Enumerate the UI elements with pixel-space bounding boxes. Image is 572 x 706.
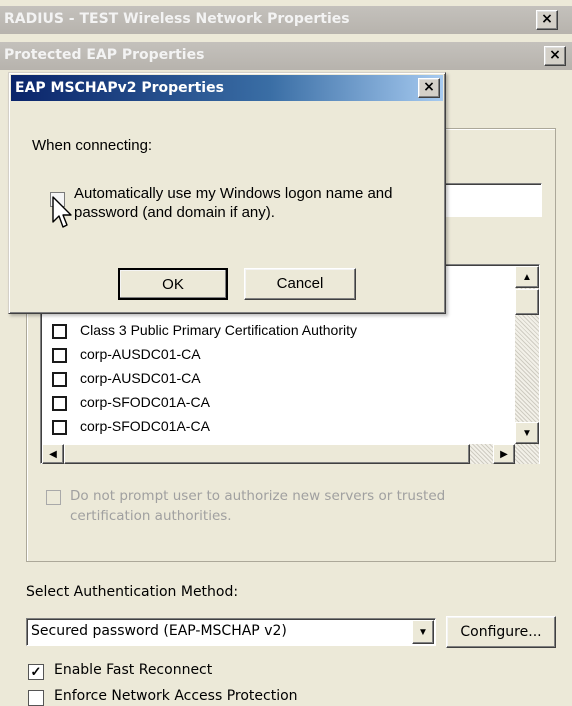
trusted-ca-item[interactable]: corp-AUSDC01-CA <box>52 346 492 366</box>
mouse-pointer-icon <box>52 196 72 228</box>
close-icon: × <box>423 79 435 95</box>
scrollbar-corner <box>515 444 539 464</box>
auth-method-value: Secured password (EAP-MSCHAP v2) <box>31 623 287 639</box>
scroll-thumb[interactable] <box>515 289 539 315</box>
peap-window-title: Protected EAP Properties <box>4 47 205 63</box>
trusted-ca-item-checkbox[interactable] <box>52 348 67 363</box>
trusted-ca-item-label: corp-AUSDC01-CA <box>80 370 201 386</box>
mschap-dialog-title: EAP MSCHAPv2 Properties <box>15 80 224 96</box>
fast-reconnect-label: Enable Fast Reconnect <box>54 662 213 678</box>
horizontal-scroll-thumb[interactable] <box>64 444 470 464</box>
do-not-prompt-line2: certification authorities. <box>70 508 232 524</box>
peap-window-titlebar: Protected EAP Properties <box>0 42 572 70</box>
ok-button[interactable]: OK <box>118 268 228 300</box>
trusted-ca-item-checkbox[interactable] <box>52 420 67 435</box>
outer-window-close-button[interactable]: × <box>536 10 558 30</box>
trusted-ca-item-label: corp-SFODC01A-CA <box>80 394 210 410</box>
ok-button-label: OK <box>162 276 184 293</box>
peap-window-close-button[interactable]: × <box>544 46 566 66</box>
auto-logon-label: Automatically use my Windows logon name … <box>74 184 393 222</box>
nap-label: Enforce Network Access Protection <box>54 688 298 704</box>
chevron-down-icon: ▼ <box>418 627 428 638</box>
select-auth-method-label: Select Authentication Method: <box>26 584 239 600</box>
trusted-ca-item-checkbox[interactable] <box>52 324 67 339</box>
configure-button[interactable]: Configure... <box>446 616 556 648</box>
auto-logon-line1: Automatically use my Windows logon name … <box>74 185 393 202</box>
trusted-ca-item-checkbox[interactable] <box>52 396 67 411</box>
arrow-up-icon: ▲ <box>522 272 532 283</box>
scroll-left-button[interactable]: ◀ <box>42 444 64 464</box>
cancel-button[interactable]: Cancel <box>244 268 356 300</box>
trusted-ca-item-label: corp-SFODC01A-CA <box>80 418 210 434</box>
arrow-down-icon: ▼ <box>522 428 532 439</box>
mschap-dialog-titlebar: EAP MSCHAPv2 Properties <box>11 75 443 101</box>
outer-window-titlebar: RADIUS - TEST Wireless Network Propertie… <box>0 6 572 34</box>
arrow-right-icon: ▶ <box>500 449 508 460</box>
close-icon: × <box>541 11 553 27</box>
when-connecting-label: When connecting: <box>32 137 153 154</box>
arrow-left-icon: ◀ <box>49 449 57 460</box>
trusted-ca-item-checkbox[interactable] <box>52 372 67 387</box>
trusted-ca-item-label: corp-AUSDC01-CA <box>80 346 201 362</box>
fast-reconnect-checkbox[interactable]: ✓ <box>28 664 44 680</box>
trusted-ca-item[interactable]: corp-SFODC01A-CA <box>52 394 492 414</box>
scroll-down-button[interactable]: ▼ <box>515 422 539 444</box>
do-not-prompt-label: Do not prompt user to authorize new serv… <box>70 486 445 526</box>
dropdown-arrow-button[interactable]: ▼ <box>412 620 434 644</box>
trusted-ca-item[interactable]: Class 3 Public Primary Certification Aut… <box>52 322 492 342</box>
trusted-ca-item-label: Class 3 Public Primary Certification Aut… <box>80 322 357 338</box>
trusted-ca-item[interactable]: corp-SFODC01A-CA <box>52 418 492 438</box>
mschap-dialog-close-button[interactable]: × <box>418 78 440 98</box>
cancel-button-label: Cancel <box>276 275 324 292</box>
configure-button-label: Configure... <box>460 624 542 640</box>
outer-window-title: RADIUS - TEST Wireless Network Propertie… <box>4 11 350 27</box>
trusted-ca-item[interactable]: corp-AUSDC01-CA <box>52 370 492 390</box>
auto-logon-line2: password (and domain if any). <box>74 204 275 221</box>
do-not-prompt-checkbox[interactable] <box>46 490 61 505</box>
close-icon: × <box>549 47 561 63</box>
checkmark-icon: ✓ <box>30 664 42 679</box>
auth-method-dropdown[interactable]: Secured password (EAP-MSCHAP v2) ▼ <box>26 618 436 646</box>
scroll-up-button[interactable]: ▲ <box>515 266 539 288</box>
scroll-right-button[interactable]: ▶ <box>493 444 515 464</box>
do-not-prompt-line1: Do not prompt user to authorize new serv… <box>70 488 446 504</box>
